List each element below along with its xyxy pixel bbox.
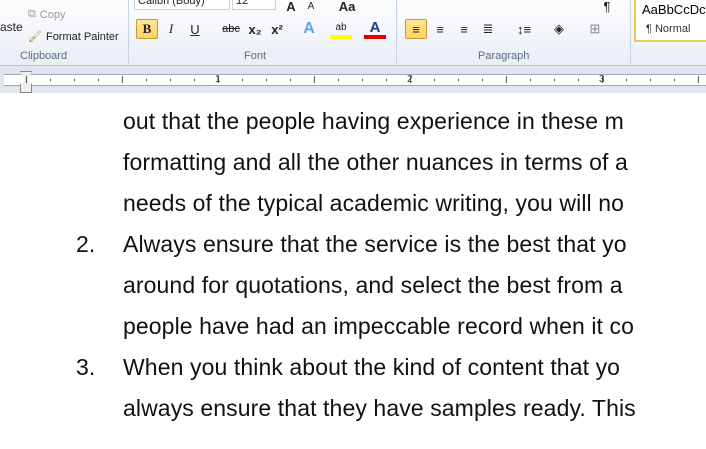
document-line: out that the people having experience in… [123,108,624,134]
document-line: Always ensure that the service is the be… [123,231,627,257]
ruler-tick [26,76,27,83]
copy-button[interactable]: ⧉ Copy [28,8,66,21]
document-line: formatting and all the other nuances in … [123,149,628,175]
ruler-tick [626,79,627,81]
line-spacing-button[interactable]: ↕≡ [510,19,538,39]
document-line: When you think about the kind of content… [123,354,621,380]
ruler-tick [314,76,315,83]
ruler-tick [98,79,99,81]
font-name-combo[interactable]: Calibri (Body) [134,0,230,10]
list-number: 3. [76,354,96,380]
borders-icon[interactable]: ⊞ [584,19,606,39]
divider [396,0,397,64]
ruler-tick [362,79,363,81]
ruler-tick [170,79,171,81]
copy-label: Copy [39,8,66,21]
horizontal-ruler[interactable]: 1 2 3 [0,66,706,93]
shading-icon[interactable]: ◈ [548,19,570,39]
paste-label: aste [0,20,23,34]
shrink-font-button[interactable]: A [300,0,322,16]
ruler-tick [506,76,507,83]
ruler-tick [194,79,195,81]
document-line: always ensure that they have samples rea… [123,395,636,421]
ruler-tick [386,79,387,81]
divider [630,0,631,64]
paragraph-group-label: Paragraph [478,50,530,62]
document-line: needs of the typical academic writing, y… [123,190,625,216]
text-effects-icon[interactable]: A [298,19,320,39]
ruler-tick [338,79,339,81]
align-center-button[interactable]: ≡ [429,19,451,39]
ruler-tick [458,79,459,81]
align-right-button[interactable]: ≡ [453,19,475,39]
font-group-label: Font [244,50,267,62]
strikethrough-button[interactable]: abc [218,19,244,39]
ruler-number: 3 [599,74,605,85]
ruler-tick [698,76,699,83]
ruler-tick [434,79,435,81]
justify-button[interactable]: ≣ [477,19,499,39]
ruler-tick [530,79,531,81]
document-page[interactable]: out that the people having experience in… [0,93,706,449]
highlight-icon[interactable]: ab [330,19,352,39]
ruler-tick [146,79,147,81]
align-left-button[interactable]: ≡ [405,19,427,39]
ruler-tick [482,79,483,81]
superscript-button[interactable]: x² [266,19,288,39]
list-number: 2. [76,231,96,257]
style-name: ¶ Normal [646,23,691,35]
ruler-tick [242,79,243,81]
format-painter-label: Format Painter [45,30,119,43]
italic-button[interactable]: I [160,19,182,39]
divider [128,0,129,64]
show-formatting-button[interactable]: ¶ [596,0,618,16]
document-line: around for quotations, and select the be… [123,272,623,298]
ruler-tick [266,79,267,81]
clipboard-group-label: Clipboard [20,50,68,62]
ruler-tick [650,79,651,81]
ruler-number: 1 [215,74,221,85]
style-preview: AaBbCcDc [642,2,706,17]
ruler-tick [74,79,75,81]
ruler-tick [290,79,291,81]
ruler-number: 2 [407,74,413,85]
change-case-button[interactable]: Aa [332,0,362,16]
paintbrush-icon: 🖌 [28,31,42,43]
paste-button[interactable]: aste [0,20,23,34]
ribbon: aste ⧉ Copy 🖌 Format Painter Clipboard Cal… [0,0,706,66]
subscript-button[interactable]: x₂ [244,19,266,39]
style-normal[interactable]: AaBbCcDc ¶ Normal [634,0,706,42]
ruler-tick [554,79,555,81]
font-size-combo[interactable]: 12 [232,0,276,10]
document-line: people have had an impeccable record whe… [123,313,635,339]
bold-button[interactable]: B [136,19,158,39]
ruler-tick [674,79,675,81]
font-color-icon[interactable]: A [364,19,386,39]
copy-icon: ⧉ [28,8,36,20]
underline-button[interactable]: U [184,19,206,39]
ruler-tick [50,79,51,81]
ruler-tick [578,79,579,81]
format-painter-button[interactable]: 🖌 Format Painter [28,30,119,44]
ruler-tick [122,76,123,83]
grow-font-button[interactable]: A [280,0,302,16]
